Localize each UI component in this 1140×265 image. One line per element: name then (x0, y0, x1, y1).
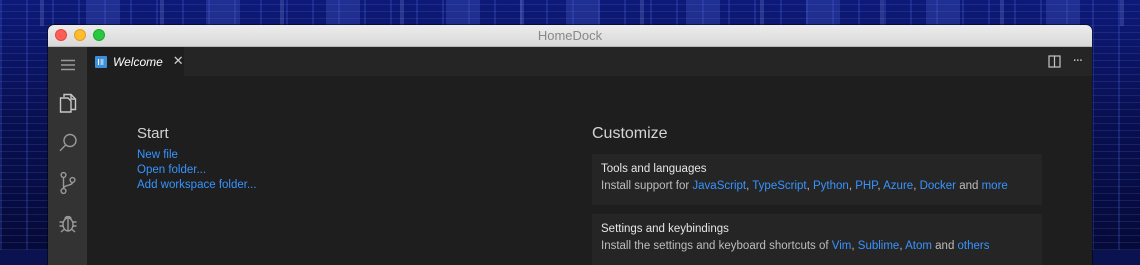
app-window: HomeDock Welcome ✕ ··· Start New file Op… (48, 25, 1092, 265)
source-control-button[interactable] (48, 165, 87, 201)
card-title: Settings and keybindings (601, 223, 729, 235)
desc-prefix: Install support for (601, 180, 693, 192)
conjunction: and (956, 180, 982, 192)
source-control-icon (59, 171, 76, 195)
zoom-window-button[interactable] (93, 29, 105, 41)
split-editor-button[interactable] (1047, 55, 1061, 68)
close-window-button[interactable] (55, 29, 67, 41)
tools-languages-card[interactable]: Tools and languages Install support for … (592, 154, 1042, 205)
start-links: New file Open folder... Add workspace fo… (137, 148, 257, 193)
activity-bar (48, 47, 87, 265)
search-button[interactable] (48, 125, 87, 161)
more-actions-icon[interactable]: ··· (1073, 54, 1083, 69)
bug-icon (59, 215, 76, 233)
python-link[interactable]: Python (813, 180, 849, 192)
vim-link[interactable]: Vim (832, 240, 852, 252)
azure-link[interactable]: Azure (883, 180, 913, 192)
add-workspace-folder-link[interactable]: Add workspace folder... (137, 178, 257, 193)
open-folder-link[interactable]: Open folder... (137, 163, 257, 178)
explorer-button[interactable] (48, 85, 87, 121)
window-controls (55, 29, 105, 41)
files-icon (59, 93, 76, 113)
more-link[interactable]: more (982, 180, 1008, 192)
new-file-link[interactable]: New file (137, 148, 257, 163)
split-editor-icon (1047, 55, 1061, 68)
typescript-link[interactable]: TypeScript (752, 180, 806, 192)
close-tab-icon[interactable]: ✕ (173, 54, 184, 69)
start-heading: Start (137, 125, 169, 142)
welcome-tab-icon (95, 55, 107, 68)
javascript-link[interactable]: JavaScript (692, 180, 746, 192)
tab-welcome[interactable]: Welcome ✕ (87, 47, 184, 76)
php-link[interactable]: PHP (855, 180, 877, 192)
settings-keybindings-card[interactable]: Settings and keybindings Install the set… (592, 214, 1042, 265)
tab-bar: Welcome ✕ ··· (87, 47, 1092, 76)
menu-button[interactable] (48, 47, 87, 83)
sublime-link[interactable]: Sublime (858, 240, 900, 252)
docker-link[interactable]: Docker (920, 180, 956, 192)
welcome-page: Start New file Open folder... Add worksp… (87, 76, 1092, 265)
debug-button[interactable] (48, 205, 87, 241)
tab-label: Welcome (113, 54, 163, 69)
card-description: Install the settings and keyboard shortc… (601, 240, 1033, 252)
desc-prefix: Install the settings and keyboard shortc… (601, 240, 832, 252)
window-title: HomeDock (537, 28, 603, 43)
customize-heading: Customize (592, 125, 668, 142)
minimize-window-button[interactable] (74, 29, 86, 41)
conjunction: and (931, 240, 958, 252)
card-description: Install support for JavaScript, TypeScri… (601, 180, 1033, 192)
card-title: Tools and languages (601, 163, 707, 175)
hamburger-icon (60, 59, 75, 71)
title-bar: HomeDock (48, 25, 1092, 47)
atom-link[interactable]: Atom (905, 240, 932, 252)
editor-actions: ··· (1047, 47, 1083, 76)
search-icon (58, 133, 77, 152)
others-link[interactable]: others (958, 240, 990, 252)
